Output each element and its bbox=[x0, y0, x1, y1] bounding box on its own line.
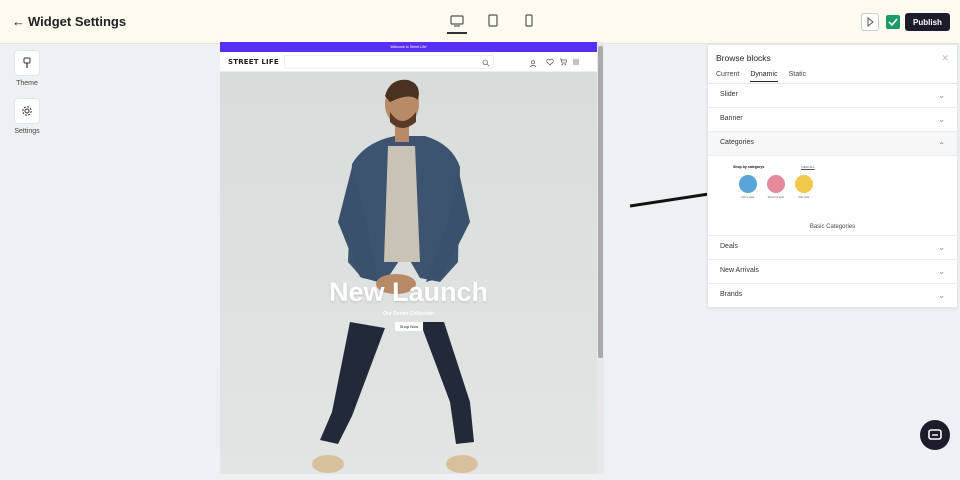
category-caption: Men's wear bbox=[741, 196, 755, 199]
store-header: STREET LIFE Sign In bbox=[220, 52, 597, 76]
chevron-down-icon: ⌄ bbox=[938, 291, 945, 300]
block-row-brands[interactable]: Brands ⌄ bbox=[708, 284, 957, 308]
basic-categories-block[interactable]: Shop by categorys VIEW ALL Men's wear Wo… bbox=[708, 157, 957, 236]
category-circle-womens bbox=[767, 175, 785, 193]
tablet-view-icon[interactable] bbox=[484, 12, 502, 32]
browse-blocks-panel: Browse blocks ✕ Current Dynamic Static S… bbox=[707, 44, 958, 308]
categories-thumbnail: Shop by categorys VIEW ALL Men's wear Wo… bbox=[733, 165, 817, 209]
top-bar: ← Widget Settings Publish bbox=[0, 0, 960, 44]
publish-button[interactable]: Publish bbox=[905, 13, 950, 31]
chevron-down-icon: ⌄ bbox=[938, 91, 945, 100]
mobile-view-icon[interactable] bbox=[520, 12, 538, 32]
block-row-new-arrivals[interactable]: New Arrivals ⌄ bbox=[708, 260, 957, 284]
theme-label: Theme bbox=[16, 80, 38, 87]
close-icon[interactable]: ✕ bbox=[941, 53, 949, 64]
panel-title: Browse blocks bbox=[716, 53, 771, 63]
block-row-label: New Arrivals bbox=[720, 267, 759, 274]
store-search-bar[interactable] bbox=[284, 55, 494, 69]
block-row-slider[interactable]: Slider ⌄ bbox=[708, 84, 957, 108]
chevron-down-icon: ⌄ bbox=[938, 115, 945, 124]
settings-label: Settings bbox=[14, 128, 40, 135]
menu-icon[interactable] bbox=[572, 58, 580, 66]
tab-dynamic[interactable]: Dynamic bbox=[750, 71, 778, 82]
settings-rail-item[interactable]: Settings bbox=[14, 98, 40, 135]
chat-icon bbox=[928, 429, 942, 440]
store-preview-frame[interactable]: Welcome to Street Life! STREET LIFE Sign… bbox=[220, 42, 597, 474]
save-check-button[interactable] bbox=[886, 15, 900, 29]
category-circle-mens bbox=[739, 175, 757, 193]
category-circle-kids bbox=[795, 175, 813, 193]
chevron-up-icon: ⌃ bbox=[938, 141, 945, 150]
block-row-banner[interactable]: Banner ⌄ bbox=[708, 108, 957, 132]
block-row-label: Deals bbox=[720, 243, 738, 250]
heart-icon[interactable] bbox=[546, 58, 554, 66]
block-row-label: Brands bbox=[720, 291, 743, 298]
user-icon bbox=[529, 60, 537, 68]
hero-title: New Launch bbox=[328, 277, 489, 307]
store-logo[interactable]: STREET LIFE bbox=[228, 58, 279, 66]
hero-banner[interactable]: New Launch Our Denim Collection Shop Now bbox=[220, 72, 597, 474]
block-tabs: Current Dynamic Static bbox=[716, 71, 806, 82]
block-row-deals[interactable]: Deals ⌄ bbox=[708, 236, 957, 260]
tab-current[interactable]: Current bbox=[716, 71, 739, 82]
tab-static[interactable]: Static bbox=[789, 71, 807, 82]
back-arrow-icon[interactable]: ← bbox=[12, 14, 25, 29]
preview-play-button[interactable] bbox=[861, 13, 879, 31]
chevron-down-icon: ⌄ bbox=[938, 243, 945, 252]
category-caption: Women's wear bbox=[767, 196, 785, 199]
block-row-label: Categories bbox=[720, 139, 754, 146]
chevron-down-icon: ⌄ bbox=[938, 267, 945, 276]
desktop-view-icon[interactable] bbox=[447, 12, 467, 34]
category-caption: Kids wear bbox=[798, 196, 810, 199]
thumbnail-view-all: VIEW ALL bbox=[801, 165, 815, 169]
block-row-label: Banner bbox=[720, 115, 743, 122]
search-icon bbox=[482, 59, 490, 67]
page-title: Widget Settings bbox=[28, 14, 127, 29]
chat-support-button[interactable] bbox=[920, 420, 950, 450]
hero-subtitle: Our Denim Collection bbox=[382, 311, 435, 317]
device-switcher bbox=[447, 12, 538, 34]
block-card-label: Basic Categories bbox=[809, 224, 856, 230]
block-row-label: Slider bbox=[720, 91, 738, 98]
thumbnail-heading: Shop by categorys bbox=[733, 165, 765, 169]
gear-icon bbox=[14, 98, 40, 124]
cart-icon[interactable] bbox=[559, 58, 567, 66]
announcement-bar: Welcome to Street Life! bbox=[220, 42, 597, 52]
scrollbar-thumb[interactable] bbox=[598, 46, 603, 358]
hero-model-image bbox=[312, 79, 478, 473]
preview-scrollbar[interactable] bbox=[597, 42, 604, 474]
block-row-categories[interactable]: Categories ⌃ bbox=[708, 132, 957, 156]
brush-icon bbox=[14, 50, 40, 76]
theme-rail-item[interactable]: Theme bbox=[14, 50, 40, 87]
shop-now-button[interactable]: Shop Now bbox=[395, 322, 423, 331]
